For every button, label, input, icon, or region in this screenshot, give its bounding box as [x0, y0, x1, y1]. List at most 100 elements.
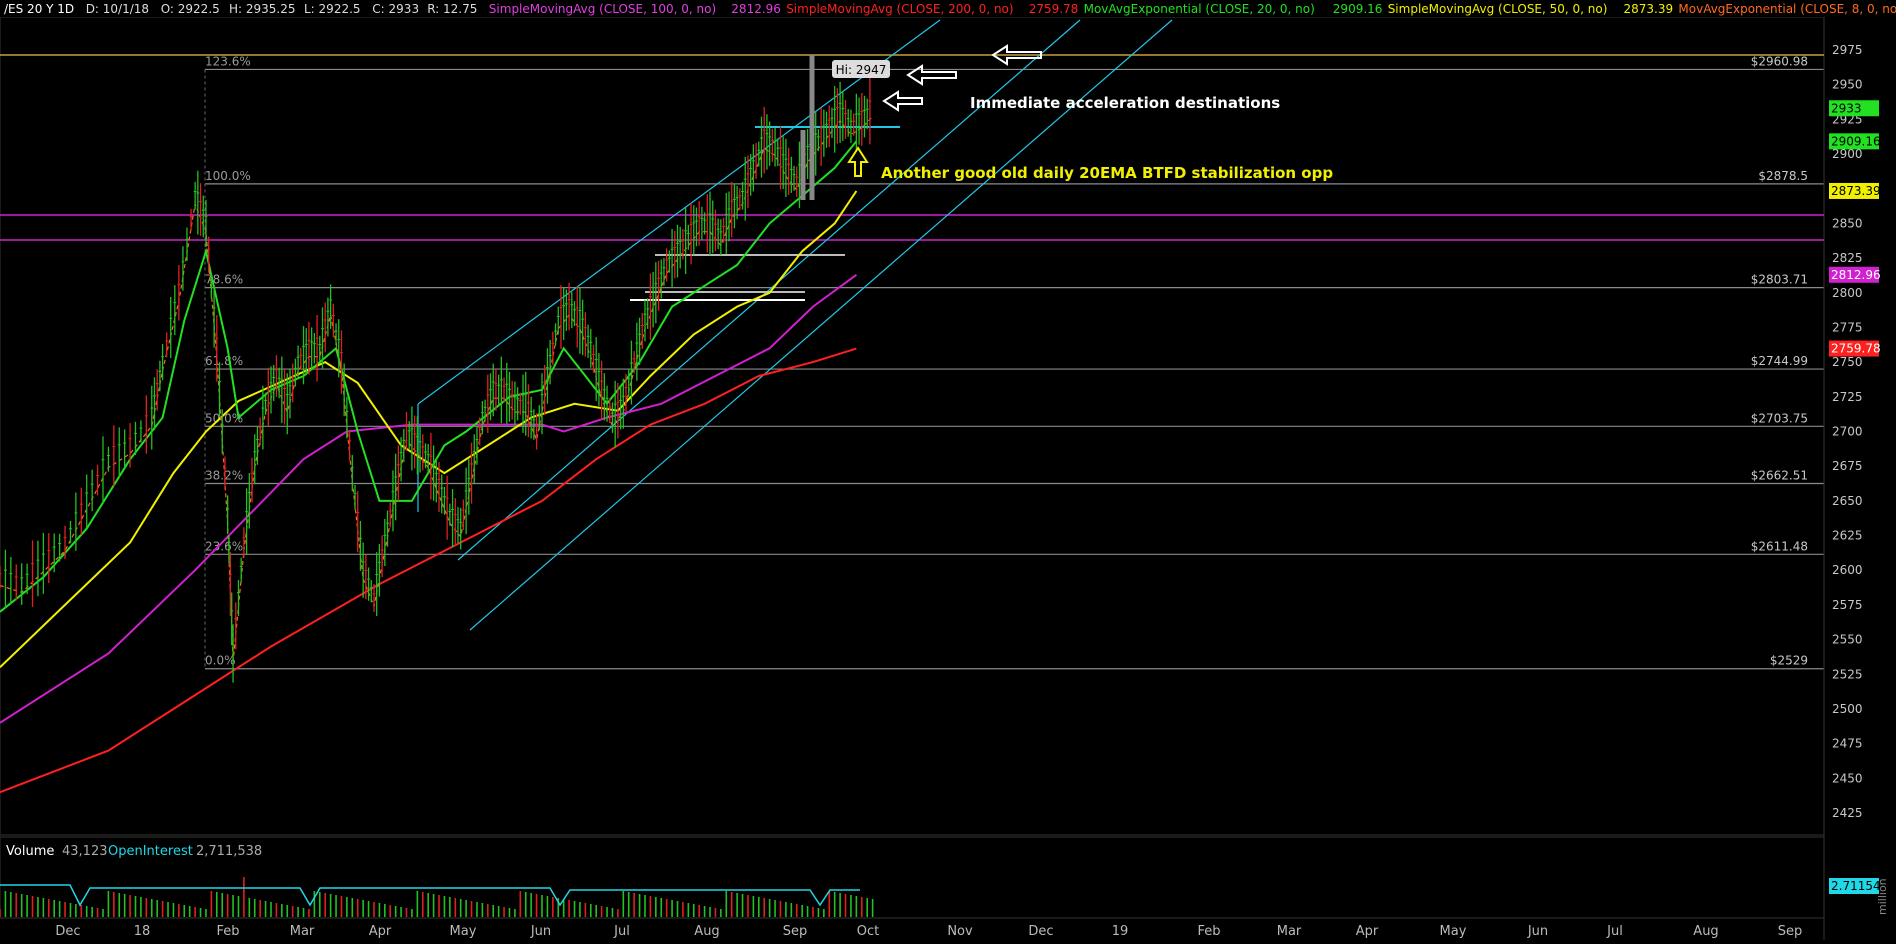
x-month-label: Feb	[216, 924, 239, 939]
oi-value: 2,711,538	[196, 844, 262, 859]
annotation-layer: Hi: 2947 Immediate acceleration destinati…	[832, 44, 1333, 182]
btfd-annotation: Another good old daily 20EMA BTFD stabil…	[881, 164, 1333, 182]
y-tick-label: 2475	[1832, 737, 1863, 751]
study-value: 2759.78	[1029, 2, 1079, 16]
x-month-label: Nov	[947, 924, 973, 939]
x-month-label: Apr	[369, 924, 392, 939]
fib-price-label: $2703.75	[1751, 411, 1808, 425]
y-tick-label: 2525	[1832, 667, 1863, 681]
volume-label: Volume	[6, 844, 54, 859]
oi-label: OpenInterest	[108, 844, 193, 859]
moving-average-line	[0, 140, 858, 613]
study-header: /ES 20 Y 1D D: 10/1/18 O: 2922.5 H: 2935.25…	[0, 0, 1896, 17]
fib-price-label: $2803.71	[1751, 273, 1808, 287]
x-month-label: Aug	[694, 924, 719, 939]
fib-price-label: $2878.5	[1758, 169, 1808, 183]
study-value: 2873.39	[1624, 2, 1674, 16]
moving-average-line	[0, 347, 857, 794]
study-label: SimpleMovingAvg (CLOSE, 200, 0, no)	[786, 2, 1013, 16]
x-month-label: 19	[1112, 924, 1129, 939]
moving-average-line	[0, 190, 858, 669]
x-month-label: Feb	[1197, 924, 1220, 939]
fib-pct-label: 61.8%	[205, 354, 243, 368]
y-tick-label: 2775	[1832, 320, 1863, 334]
price-badge-text: 2759.78	[1831, 342, 1881, 356]
x-month-label: Dec	[55, 924, 80, 939]
high-readout: H: 2935.25	[229, 2, 296, 16]
fib-pct-label: 100.0%	[205, 169, 251, 183]
x-month-label: Sep	[783, 924, 808, 939]
chart-window: 123.6% $2960.98 100.0% $2878.5 78.6% $2803.71…	[0, 0, 1896, 944]
fib-price-label: $2744.99	[1751, 354, 1808, 368]
study-label: SimpleMovingAvg (CLOSE, 100, 0, no)	[489, 2, 716, 16]
study-label: MovAvgExponential (CLOSE, 20, 0, no)	[1084, 2, 1315, 16]
date-readout: D: 10/1/18	[86, 2, 149, 16]
volume-pane[interactable]: Volume 43,123 OpenInterest 2,711,538 2.71154…	[0, 836, 1889, 919]
study-value: 2909.16	[1333, 2, 1383, 16]
moving-average-line	[0, 273, 857, 724]
price-badge-text: 2933	[1831, 101, 1862, 115]
arrow-icon	[847, 146, 869, 177]
price-badge-text: 2909.16	[1831, 134, 1881, 148]
x-month-label: May	[450, 924, 477, 939]
x-month-label: Oct	[857, 924, 879, 939]
x-month-label: May	[1440, 924, 1467, 939]
arrow-icon	[906, 64, 957, 86]
study-value: 2812.96	[731, 2, 781, 16]
x-month-label: Sep	[1778, 924, 1803, 939]
price-badge: 2873.39	[1829, 182, 1881, 199]
fib-price-label: $2960.98	[1751, 54, 1808, 68]
arrow-icon	[882, 90, 923, 112]
close-readout: C: 2933	[372, 2, 419, 16]
volume-pane-frame	[0, 836, 1825, 919]
hi-label-callout: Hi: 2947	[832, 60, 890, 78]
fib-pct-label: 123.6%	[205, 54, 251, 68]
price-chart[interactable]: 123.6% $2960.98100.0% $2878.578.6% $2803.71…	[0, 0, 1896, 944]
y-tick-label: 2450	[1832, 771, 1863, 785]
y-tick-label: 2600	[1832, 563, 1863, 577]
x-month-label: Mar	[290, 924, 315, 939]
y-tick-label: 2550	[1832, 633, 1863, 647]
y-tick-label: 2700	[1832, 425, 1863, 439]
price-badge: 2759.78	[1829, 340, 1881, 357]
fib-price-label: $2662.51	[1751, 469, 1808, 483]
price-badge: 2909.16	[1829, 133, 1881, 150]
y-tick-label: 2800	[1832, 286, 1863, 300]
open-readout: O: 2922.5	[161, 2, 220, 16]
horizontal-levels-layer	[0, 16, 1825, 940]
ema8-line	[0, 116, 874, 662]
x-month-label: Mar	[1277, 924, 1302, 939]
moving-average-layer	[0, 116, 874, 794]
fib-price-label: $2611.48	[1751, 539, 1808, 553]
acceleration-annotation: Immediate acceleration destinations	[970, 94, 1280, 112]
y-tick-label: 2850	[1832, 216, 1863, 230]
price-badge: 2812.96	[1829, 266, 1881, 283]
x-month-label: Aug	[1693, 924, 1718, 939]
x-month-label: Jul	[613, 924, 630, 939]
y-tick-label: 2725	[1832, 390, 1863, 404]
y-tick-label: 2950	[1832, 78, 1863, 92]
fib-price-label: $2529	[1770, 654, 1808, 668]
x-month-label: Jun	[530, 924, 551, 939]
range-readout: R: 12.75	[427, 2, 477, 16]
hi-label-text: Hi: 2947	[836, 63, 887, 77]
low-readout: L: 2922.5	[304, 2, 361, 16]
x-month-label: 18	[134, 924, 151, 939]
y-tick-label: 2625	[1832, 529, 1863, 543]
study-label: SimpleMovingAvg (CLOSE, 50, 0, no)	[1388, 2, 1608, 16]
price-badge: 2933	[1829, 100, 1879, 117]
volume-value: 43,123	[62, 844, 108, 859]
y-tick-label: 2750	[1832, 355, 1863, 369]
y-tick-label: 2975	[1832, 43, 1863, 57]
price-badge-text: 2812.96	[1831, 268, 1881, 282]
y-tick-label: 2650	[1832, 494, 1863, 508]
time-axis[interactable]: Dec 18 Feb Mar Apr May Jun Jul Aug Sep Oct Nov Dec 19…	[55, 924, 1802, 939]
price-badge-text: 2873.39	[1831, 184, 1881, 198]
y-tick-label: 2500	[1832, 702, 1863, 716]
study-label: MovAvgExponential (CLOSE, 8, 0, no)	[1678, 2, 1896, 16]
y-tick-label: 2425	[1832, 806, 1863, 820]
price-axis[interactable]: 2975295029252900287528502825280027752750…	[1832, 43, 1863, 820]
x-month-label: Apr	[1356, 924, 1379, 939]
x-month-label: Jul	[1606, 924, 1623, 939]
volume-axis-unit: million	[1876, 878, 1889, 915]
